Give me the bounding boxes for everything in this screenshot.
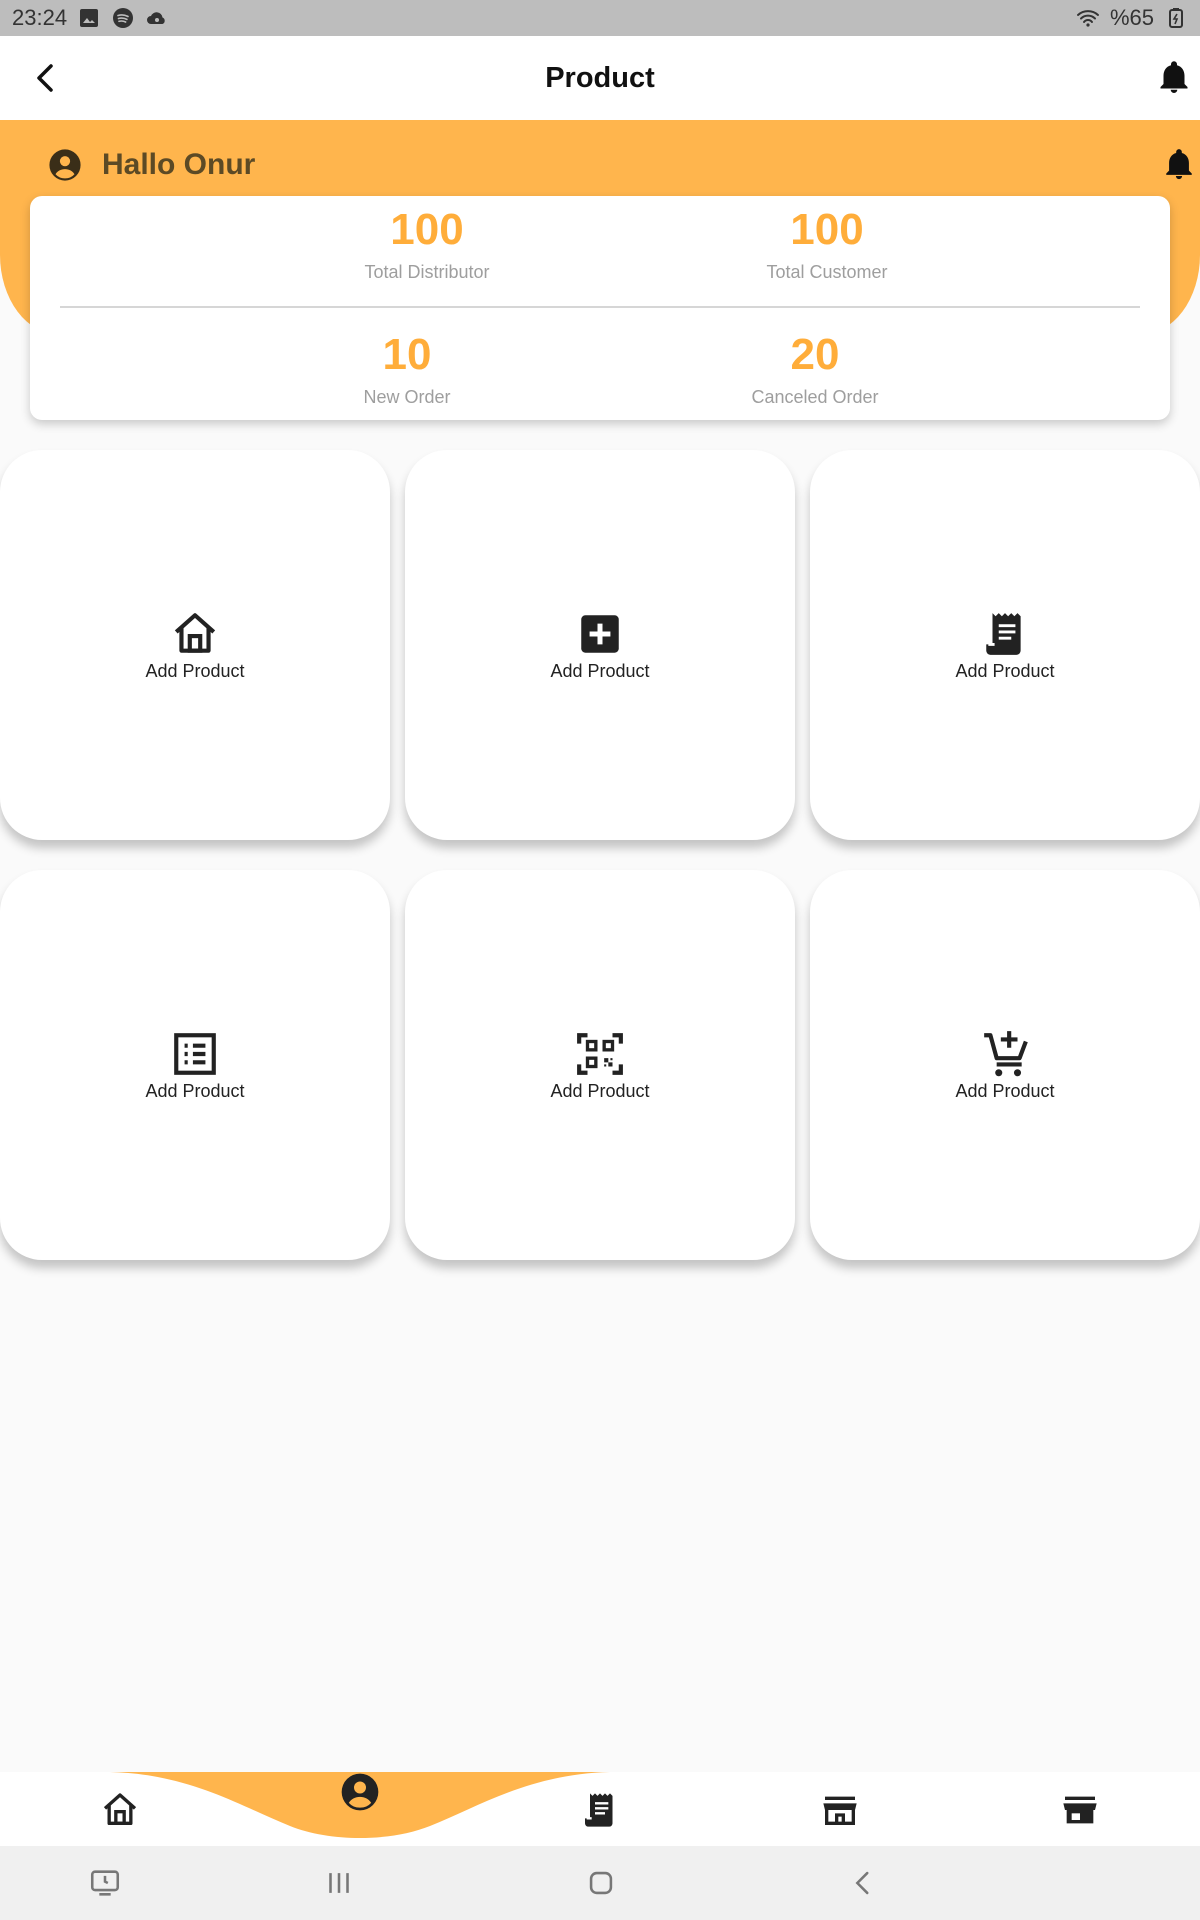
tile-label: Add Product xyxy=(550,1080,650,1101)
stats-divider xyxy=(60,306,1140,308)
nav-store-outline-icon[interactable] xyxy=(820,1790,860,1830)
stat-total-distributor: 100 Total Distributor xyxy=(277,204,577,283)
receipt-icon xyxy=(980,609,1030,659)
battery-percent: %65 xyxy=(1109,5,1154,30)
stat-total-customer: 100 Total Customer xyxy=(677,204,977,283)
stat-value: 100 xyxy=(790,205,864,254)
tile-label: Add Product xyxy=(955,660,1055,681)
status-bar: 23:24 %65 xyxy=(0,0,1200,36)
nav-home-icon[interactable] xyxy=(100,1790,140,1830)
cloud-icon xyxy=(145,6,169,30)
tile-add-product-cart[interactable]: Add Product xyxy=(810,870,1200,1260)
recent-apps-icon[interactable] xyxy=(322,1866,356,1900)
add-box-icon xyxy=(575,609,625,659)
home-button-icon[interactable] xyxy=(584,1866,618,1900)
nav-receipt-icon[interactable] xyxy=(580,1790,620,1830)
stat-value: 100 xyxy=(390,205,464,254)
tile-label: Add Product xyxy=(145,1080,245,1101)
page-title: Product xyxy=(545,61,655,94)
tile-add-product-add[interactable]: Add Product xyxy=(405,450,795,840)
stat-label: New Order xyxy=(363,387,451,407)
tile-label: Add Product xyxy=(550,660,650,681)
stats-card: 100 Total Distributor 100 Total Customer… xyxy=(30,196,1170,420)
stat-canceled-order: 20 Canceled Order xyxy=(665,329,965,408)
stat-label: Canceled Order xyxy=(751,387,879,407)
tile-add-product-home[interactable]: Add Product xyxy=(0,450,390,840)
qr-code-scanner-icon xyxy=(575,1029,625,1079)
tile-label: Add Product xyxy=(955,1080,1055,1101)
greeting: Hallo Onur xyxy=(48,148,255,182)
stat-new-order: 10 New Order xyxy=(257,329,557,408)
bell-icon[interactable] xyxy=(1162,148,1196,182)
gallery-icon xyxy=(77,6,101,30)
stat-label: Total Distributor xyxy=(364,262,490,282)
tile-add-product-receipt[interactable]: Add Product xyxy=(810,450,1200,840)
battery-icon xyxy=(1164,6,1188,30)
add-shopping-cart-icon xyxy=(980,1029,1030,1079)
stat-value: 10 xyxy=(382,330,432,379)
system-back-icon[interactable] xyxy=(846,1866,880,1900)
tile-add-product-qr[interactable]: Add Product xyxy=(405,870,795,1260)
screen: 23:24 %65 Product Hallo Onur 100 Total D… xyxy=(0,0,1200,1920)
nav-store-icon[interactable] xyxy=(1060,1790,1100,1830)
account-circle-icon[interactable] xyxy=(48,148,82,182)
status-time: 23:24 xyxy=(12,5,68,30)
wifi-icon xyxy=(1076,6,1100,30)
tile-label: Add Product xyxy=(145,660,245,681)
nav-account-circle-icon[interactable] xyxy=(340,1772,380,1812)
list-icon xyxy=(170,1029,220,1079)
recent-screen-icon[interactable] xyxy=(88,1866,122,1900)
bell-icon[interactable] xyxy=(1156,60,1192,96)
system-nav-bar xyxy=(0,1846,1200,1920)
stat-value: 20 xyxy=(790,330,840,379)
app-bar: Product xyxy=(0,36,1200,120)
back-arrow-icon[interactable] xyxy=(26,58,66,98)
stat-label: Total Customer xyxy=(766,262,888,282)
tile-add-product-list[interactable]: Add Product xyxy=(0,870,390,1260)
spotify-icon xyxy=(111,6,135,30)
home-icon xyxy=(170,609,220,659)
greeting-text: Hallo Onur xyxy=(102,148,256,181)
